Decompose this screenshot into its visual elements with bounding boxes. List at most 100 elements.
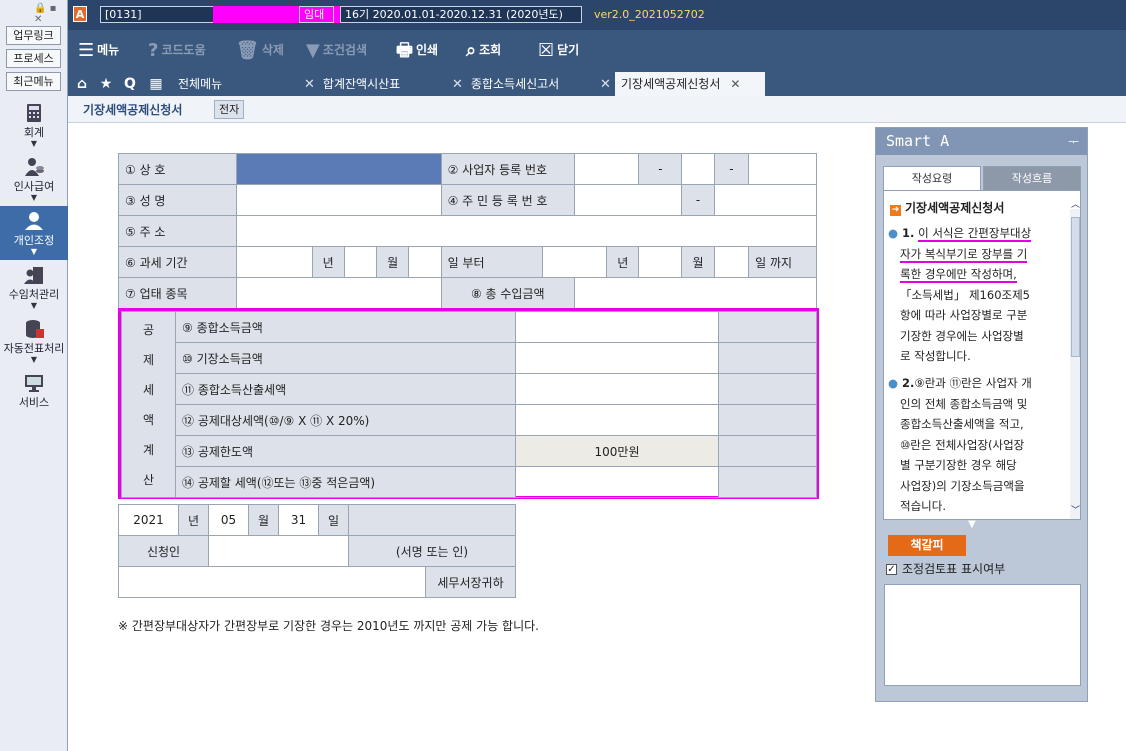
applicant-field[interactable] xyxy=(208,535,349,567)
close-icon[interactable]: ✕ xyxy=(304,77,315,92)
label-tax-office: 세무서장귀하 xyxy=(424,566,517,598)
close-button[interactable]: ☒ 닫기 xyxy=(538,30,579,70)
footnote: ※ 간편장부대상자가 간편장부로 기장한 경우는 2010년도 까지만 공제 가… xyxy=(118,619,539,633)
chevron-up-icon[interactable]: ︿ xyxy=(1071,197,1080,210)
reg-no-part3[interactable] xyxy=(748,153,817,185)
star-icon[interactable]: ★ xyxy=(94,72,118,96)
left-panel: 🔒 ▪ ✕ 업무링크 프로세스 최근메뉴 회계 ▼ 인사급여 ▼ 개인조정 ▼ … xyxy=(0,0,68,751)
nav-accounting[interactable]: 회계 ▼ xyxy=(0,98,68,152)
tab-all-menu[interactable]: 전체메뉴 xyxy=(178,72,222,96)
label-business-name: ① 상 호 xyxy=(117,153,238,185)
review-table-checkbox[interactable]: ✓ 조정검토표 표시여부 xyxy=(886,560,1005,577)
checkbox-checked-icon[interactable]: ✓ xyxy=(886,564,897,575)
process-button[interactable]: 프로세스 xyxy=(6,49,61,68)
chevron-down-icon: ▼ xyxy=(30,247,38,256)
day-from-label: 일 부터 xyxy=(440,246,543,278)
electronic-badge[interactable]: 전자 xyxy=(214,100,245,119)
total-income-amount-field[interactable] xyxy=(515,311,719,343)
close-icon[interactable]: ✕ xyxy=(452,77,463,92)
nav-payroll[interactable]: 인사급여 ▼ xyxy=(0,152,68,206)
scrollbar-thumb[interactable] xyxy=(1071,217,1080,357)
deduction-calc-table: 공 제 세 액 계 산 ⑨ 종합소득금액 ⑩ 기장소득금액 ⑪ 종합소득산출세액 xyxy=(121,311,817,498)
group-char: 제 xyxy=(142,352,155,367)
from-year-field[interactable] xyxy=(236,246,313,278)
tax-office-field[interactable] xyxy=(118,566,426,598)
tab-income-tax-return[interactable]: ✕ 종합소득세신고서 xyxy=(452,72,559,96)
scrollbar[interactable]: ︿ ﹀ xyxy=(1070,200,1080,519)
window-controls[interactable]: 🔒 ▪ ✕ xyxy=(34,3,67,25)
expand-down-icon[interactable]: ▼ xyxy=(968,519,976,530)
total-income-field[interactable] xyxy=(573,277,818,309)
fiscal-period[interactable]: 16기 2020.01.01-2020.12.31 (2020년도) xyxy=(340,6,582,23)
guide-line: 인의 전체 종합소득금액 및 xyxy=(900,396,1028,411)
home-icon[interactable]: ⌂ xyxy=(70,72,94,96)
to-day-field[interactable] xyxy=(713,246,750,278)
reg-no-part2[interactable] xyxy=(681,153,715,185)
nav-service[interactable]: 서비스 xyxy=(0,368,68,422)
tab-bookkeeping-credit-active[interactable]: 기장세액공제신청서 ✕ xyxy=(615,72,765,96)
section-title: ➜ 기장세액공제신청서 xyxy=(890,199,1004,216)
app-logo-icon: A xyxy=(73,6,87,22)
deductible-tax-field[interactable] xyxy=(515,404,719,436)
from-month-field[interactable] xyxy=(343,246,378,278)
code-help-button[interactable]: ? 코드도움 xyxy=(148,30,206,70)
year-label: 년 xyxy=(606,246,640,278)
delete-button[interactable]: 🗑 삭제 xyxy=(236,30,284,70)
business-name-field[interactable] xyxy=(236,153,442,185)
guide-paragraph-1: ● 1. 이 서식은 간편장부대상 자가 복식부기로 장부를 기 록한 경우에만 … xyxy=(888,223,1066,367)
nav-auto-voucher[interactable]: 자동전표처리 ▼ xyxy=(0,314,68,368)
resident-no-part1[interactable] xyxy=(573,184,683,216)
guide-line: 기장한 경우에는 사업장별 xyxy=(900,328,1024,343)
resident-no-part2[interactable] xyxy=(713,184,818,216)
close-label: 닫기 xyxy=(557,43,580,57)
pin-icon[interactable]: ᅮ xyxy=(1068,133,1079,150)
smart-a-panel: Smart A ᅮ 작성요령 작성흐름 ➜ 기장세액공제신청서 ● 1. 이 서식은… xyxy=(875,127,1088,702)
guide-line: ⑨란과 ⑪란은 사업자 개 xyxy=(914,376,1032,390)
dash: - xyxy=(638,153,683,185)
label-bookkeeping-income: ⑩ 기장소득금액 xyxy=(175,342,516,374)
calc-side-cell xyxy=(718,342,817,374)
menu-button[interactable]: ☰ 메뉴 xyxy=(78,30,119,70)
apply-day-field[interactable]: 31 xyxy=(278,504,319,536)
address-field[interactable] xyxy=(236,215,817,247)
day-label: 일 xyxy=(318,504,349,536)
filter-button[interactable]: ▼ 조건검색 xyxy=(306,30,367,70)
label-business-type: ⑦ 업태 종목 xyxy=(117,277,238,309)
calc-side-cell xyxy=(718,311,817,343)
quick-link-button[interactable]: 업무링크 xyxy=(6,26,61,45)
month-label: 월 xyxy=(681,246,715,278)
inquire-button[interactable]: ⌕ 조회 xyxy=(466,30,501,70)
tab-trial-balance[interactable]: ✕ 합계잔액시산표 xyxy=(304,72,400,96)
apply-year-field[interactable]: 2021 xyxy=(118,504,179,536)
smart-panel-body: ➜ 기장세액공제신청서 ● 1. 이 서식은 간편장부대상 자가 복식부기로 장부를… xyxy=(883,190,1081,520)
guide-line: 별 구분기장한 경우 해당 xyxy=(900,458,1017,472)
funnel-icon: ▼ xyxy=(306,39,320,61)
print-button[interactable]: 🖶 인쇄 xyxy=(396,30,438,70)
close-icon[interactable]: ✕ xyxy=(600,77,611,92)
bookmark-label[interactable]: 책갈피 xyxy=(888,535,966,556)
recent-menu-button[interactable]: 최근메뉴 xyxy=(6,72,61,91)
close-icon[interactable]: ✕ xyxy=(730,77,740,91)
to-month-field[interactable] xyxy=(638,246,683,278)
name-field[interactable] xyxy=(236,184,442,216)
from-day-field[interactable] xyxy=(408,246,442,278)
label-total-income-amount: ⑨ 종합소득금액 xyxy=(175,311,516,343)
calculated-tax-field[interactable] xyxy=(515,373,719,405)
business-type-field[interactable] xyxy=(236,277,442,309)
nav-client-mgmt[interactable]: 수임처관리 ▼ xyxy=(0,260,68,314)
tab-writing-flow[interactable]: 작성흐름 xyxy=(983,166,1081,190)
bookkeeping-income-field[interactable] xyxy=(515,342,719,374)
to-year-field[interactable] xyxy=(541,246,608,278)
chevron-down-icon[interactable]: ﹀ xyxy=(1071,503,1080,516)
calculator-icon xyxy=(27,104,41,122)
calendar-icon[interactable]: ▦ xyxy=(144,72,168,96)
memo-textarea[interactable] xyxy=(884,584,1081,686)
deduction-amount-field[interactable] xyxy=(515,466,719,498)
apply-month-field[interactable]: 05 xyxy=(208,504,249,536)
label-name: ③ 성 명 xyxy=(117,184,238,216)
reg-no-part1[interactable] xyxy=(573,153,640,185)
search-icon[interactable]: Q xyxy=(118,72,142,96)
row-tax-period: ⑥ 과세 기간 년 월 일 부터 년 월 일 까지 xyxy=(117,246,817,278)
nav-personal-adjust[interactable]: 개인조정 ▼ xyxy=(0,206,68,260)
tab-writing-guide[interactable]: 작성요령 xyxy=(883,166,981,190)
